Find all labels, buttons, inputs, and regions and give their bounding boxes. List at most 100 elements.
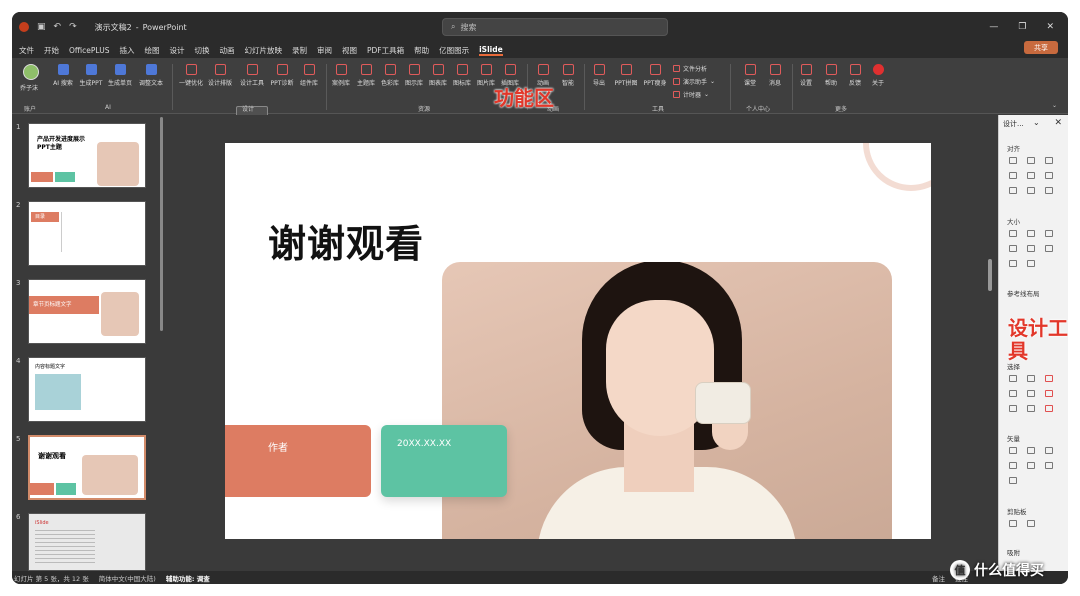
page-icon [114, 64, 126, 75]
menu-3[interactable]: 插入 [119, 45, 134, 56]
messages-button[interactable]: 消息 [762, 64, 788, 87]
slide-thumbnail-2[interactable]: 目录 [28, 201, 146, 266]
group-label-design: 设计 [242, 106, 255, 113]
menu-14[interactable]: 亿图图示 [439, 45, 469, 56]
file-analysis-button[interactable]: 文件分析 [673, 64, 707, 73]
canvas-scrollbar[interactable] [988, 259, 992, 291]
powerpoint-icon [19, 22, 29, 32]
close-icon[interactable]: ✕ [1054, 118, 1062, 128]
feedback-icon [849, 64, 861, 75]
avatar[interactable] [23, 64, 39, 80]
menu-2[interactable]: OfficePLUS [69, 46, 109, 55]
diagnose-icon [276, 64, 288, 75]
title-bar: ▣ ↶ ↷ 演示文稿2 - PowerPoint ⌕ 搜索 — ❐ ✕ [12, 12, 1068, 42]
menu-7[interactable]: 动画 [219, 45, 234, 56]
restore-button[interactable]: ❐ [1018, 22, 1026, 32]
ai-search-button[interactable]: AI 搜索 [50, 64, 76, 87]
one-click-optimize-button[interactable]: 一键优化 [178, 64, 204, 87]
assistant-icon [673, 78, 680, 85]
ppt-slim-button[interactable]: PPT瘦身 [642, 64, 668, 87]
help-button[interactable]: 帮助 [818, 64, 844, 87]
menu-11[interactable]: 视图 [342, 45, 357, 56]
menu-8[interactable]: 幻灯片放映 [244, 45, 282, 56]
settings-button[interactable]: 设置 [793, 64, 819, 87]
case-icon [335, 64, 347, 75]
accessibility-status[interactable]: 辅助功能: 调查 [166, 573, 210, 583]
redo-icon[interactable]: ↷ [69, 22, 77, 32]
theme-icon [360, 64, 372, 75]
slide-thumbnail-3[interactable]: 章节页标题文字 [28, 279, 146, 344]
menu-15[interactable]: iSlide [479, 45, 503, 56]
date-card[interactable]: 20XX.XX.XX [381, 425, 507, 497]
undo-icon[interactable]: ↶ [54, 22, 62, 32]
presenter-assistant-button[interactable]: 演示助手 ⌄ [673, 77, 715, 86]
section-guide-layout: 参考线布局 [1007, 290, 1040, 298]
group-label-tools: 工具 [652, 106, 665, 113]
smart-animation-button[interactable]: 智能 [555, 64, 581, 87]
generate-ppt-button[interactable]: 生成PPT [78, 64, 104, 87]
notes-button[interactable]: 备注 [932, 573, 945, 583]
generate-page-button[interactable]: 生成单页 [107, 64, 133, 87]
menu-9[interactable]: 录制 [292, 45, 307, 56]
palette-icon [384, 64, 396, 75]
design-layout-button[interactable]: 设计排版 [207, 64, 233, 87]
menu-13[interactable]: 帮助 [414, 45, 429, 56]
adjust-text-button[interactable]: 调整文本 [138, 64, 164, 87]
slide-thumbnail-6[interactable]: iSlide [28, 513, 146, 571]
ribbon-annotation: 功能区 [494, 86, 554, 110]
timer-icon [673, 91, 680, 98]
menu-12[interactable]: PDF工具箱 [367, 45, 404, 56]
ppt-icon [85, 64, 97, 75]
chart-library-button[interactable]: 图表库 [425, 64, 451, 87]
optimize-icon [185, 64, 197, 75]
info-icon [872, 64, 884, 75]
theme-library-button[interactable]: 主题库 [353, 64, 379, 87]
export-button[interactable]: 导出 [586, 64, 612, 87]
save-icon[interactable]: ▣ [37, 22, 46, 32]
slim-icon [649, 64, 661, 75]
about-button[interactable]: 关于 [865, 64, 891, 87]
timer-button[interactable]: 计时器 ⌄ [673, 90, 709, 99]
color-library-button[interactable]: 色彩库 [377, 64, 403, 87]
diagram-library-button[interactable]: 图示库 [401, 64, 427, 87]
slide-title[interactable]: 谢谢观看 [268, 213, 424, 268]
current-slide[interactable]: 谢谢观看 作者 20XX.XX.XX [225, 143, 931, 539]
group-label-ai: AI [105, 104, 111, 111]
component-library-button[interactable]: 组件库 [296, 64, 322, 87]
help-icon [825, 64, 837, 75]
menu-4[interactable]: 绘图 [144, 45, 159, 56]
ppt-diagnose-button[interactable]: PPT诊断 [269, 64, 295, 87]
star-icon [537, 64, 549, 75]
diagram-icon [408, 64, 420, 75]
ppt-puzzle-button[interactable]: PPT拼图 [613, 64, 639, 87]
slide-counter: 幻灯片 第 5 张，共 12 张 [14, 574, 89, 583]
thumbnail-scrollbar[interactable] [160, 117, 163, 331]
classroom-button[interactable]: 课堂 [737, 64, 763, 87]
menu-10[interactable]: 审阅 [317, 45, 332, 56]
menu-6[interactable]: 切换 [194, 45, 209, 56]
chevron-down-icon[interactable]: ⌄ [1033, 118, 1040, 127]
menu-5[interactable]: 设计 [169, 45, 184, 56]
menu-0[interactable]: 文件 [19, 45, 34, 56]
panel-annotation: 设计工具 [1008, 316, 1068, 363]
slide-thumbnail-4[interactable]: 内容标题文字 [28, 357, 146, 422]
close-button[interactable]: ✕ [1046, 22, 1054, 32]
author-card[interactable]: 作者 [225, 425, 371, 497]
slide-thumbnail-5[interactable]: 谢谢观看 [28, 435, 146, 500]
search-box[interactable]: ⌕ 搜索 [442, 18, 668, 36]
search-icon [57, 64, 69, 75]
powerpoint-window: ▣ ↶ ↷ 演示文稿2 - PowerPoint ⌕ 搜索 — ❐ ✕ 文件 开始… [12, 12, 1068, 584]
icon-library-button[interactable]: 图标库 [449, 64, 475, 87]
minimize-button[interactable]: — [989, 22, 998, 32]
share-button[interactable]: 共享 [1024, 41, 1058, 54]
slide-thumbnail-1[interactable]: 产品开发进度展示PPT主题 [28, 123, 146, 188]
collapse-ribbon-icon[interactable]: ⌄ [1052, 102, 1057, 109]
classroom-icon [744, 64, 756, 75]
design-tools-button[interactable]: 设计工具 [239, 64, 265, 87]
section-clipboard: 剪贴板 [1007, 508, 1027, 516]
menu-1[interactable]: 开始 [44, 45, 59, 56]
portrait-photo[interactable] [442, 262, 892, 539]
case-library-button[interactable]: 案例库 [328, 64, 354, 87]
chart-icon [432, 64, 444, 75]
language-indicator[interactable]: 简体中文(中国大陆) [99, 573, 156, 583]
